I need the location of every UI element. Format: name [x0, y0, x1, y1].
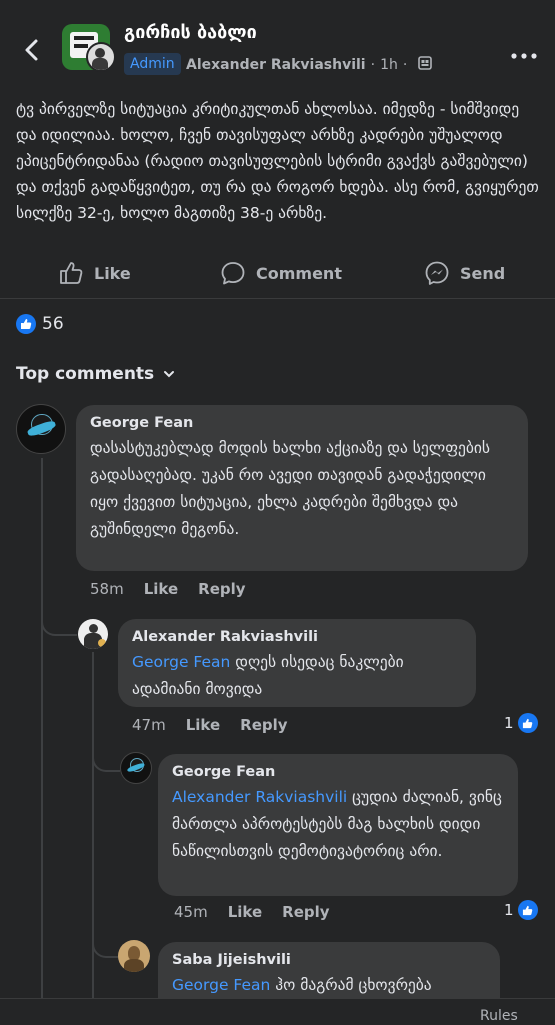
comment-reply-button[interactable]: Reply: [282, 903, 329, 921]
post-text: ტვ პირველზე სიტუაცია კრიტიკულთან ახლოსაა…: [16, 100, 539, 222]
post-author-line: Alexander Rakviashvili · 1h ·: [186, 55, 433, 73]
comment-label: Comment: [256, 263, 342, 283]
comment-like-button[interactable]: Like: [144, 580, 178, 598]
more-options-button[interactable]: [510, 46, 538, 59]
like-label: Like: [94, 263, 131, 283]
reaction-summary[interactable]: 56: [16, 314, 64, 334]
send-button[interactable]: Send: [424, 252, 505, 294]
author-avatar[interactable]: [86, 42, 116, 72]
messenger-icon: [425, 261, 449, 285]
comment-author[interactable]: Alexander Rakviashvili: [132, 629, 462, 645]
post-time[interactable]: 1h: [380, 57, 398, 73]
comment-reply-button[interactable]: Reply: [198, 580, 245, 598]
comment-author[interactable]: George Fean: [90, 415, 514, 431]
comment-time[interactable]: 47m: [132, 716, 166, 734]
thumbs-up-icon: [60, 262, 83, 284]
comment-reaction-count: 1: [504, 901, 514, 919]
comment-like-button[interactable]: Like: [228, 903, 262, 921]
comment-text: დასასტუკებლად მოდის ხალხი აქციაზე და სელ…: [90, 439, 491, 538]
group-privacy-icon: [418, 56, 432, 70]
comment-mention[interactable]: Alexander Rakviashvili: [172, 788, 347, 806]
back-button[interactable]: [18, 36, 46, 64]
comment-time[interactable]: 58m: [90, 580, 124, 598]
comment-reaction-count: 1: [504, 714, 514, 732]
commenter-avatar[interactable]: [16, 404, 66, 454]
divider: [0, 298, 555, 299]
back-arrow-icon: [25, 39, 38, 61]
separator-dot: ·: [370, 57, 376, 73]
commenter-avatar[interactable]: [120, 752, 152, 784]
more-dots-icon: [511, 53, 537, 59]
comment-text: George Fean ჰო მაგრამ ცხოვრება: [172, 972, 486, 999]
post-actions-bar: Like Comment Send: [0, 252, 555, 294]
thread-connector-reply-2: [92, 900, 120, 958]
like-reaction-icon: [517, 900, 538, 920]
comment-time[interactable]: 45m: [174, 903, 208, 921]
post-author[interactable]: Alexander Rakviashvili: [186, 57, 366, 73]
comment-bubble: George Fean Alexander Rakviashvili ცუდია…: [158, 754, 518, 896]
comment-bubble: Alexander Rakviashvili George Fean დღეს …: [118, 619, 476, 707]
bottom-bar: [0, 998, 555, 1025]
comment-meta: 45m Like Reply: [174, 903, 330, 921]
group-name[interactable]: გირჩის ბაბლი: [124, 22, 257, 43]
comment-mention[interactable]: George Fean: [132, 653, 230, 671]
like-reaction-icon: [517, 713, 538, 733]
comment-sort-label: Top comments: [16, 364, 155, 384]
commenter-avatar[interactable]: [118, 940, 150, 972]
send-label: Send: [460, 263, 506, 283]
comment-like-button[interactable]: Like: [186, 716, 220, 734]
rules-link[interactable]: Rules: [480, 1008, 518, 1024]
thread-connector: [41, 588, 77, 636]
comment-sort-dropdown[interactable]: Top comments: [16, 364, 176, 384]
thread-connector-reply: [92, 718, 120, 772]
commenter-avatar[interactable]: [78, 619, 108, 649]
comment-author[interactable]: George Fean: [172, 764, 504, 780]
comment-text: George Fean დღეს ისედაც ნაკლები ადამიანი…: [132, 649, 462, 703]
chevron-down-icon: [164, 371, 175, 378]
like-reaction-icon: [16, 314, 36, 334]
comment-bubble-icon: [221, 262, 245, 285]
comment-reactions[interactable]: 1: [504, 900, 538, 920]
comment-body: ჰო მაგრამ ცხოვრება: [270, 976, 432, 994]
thread-line: [41, 458, 43, 998]
comment-text: Alexander Rakviashvili ცუდია ძალიან, ვინ…: [172, 784, 504, 865]
comment-mention[interactable]: George Fean: [172, 976, 270, 994]
reaction-count: 56: [42, 314, 64, 334]
comment-reactions[interactable]: 1: [504, 713, 538, 733]
separator-dot-2: ·: [402, 57, 408, 73]
comment-bubble: George Fean დასასტუკებლად მოდის ხალხი აქ…: [76, 405, 528, 571]
comment-author[interactable]: Saba Jijeishvili: [172, 952, 486, 968]
comment-meta: 47m Like Reply: [132, 716, 288, 734]
comment-reply-button[interactable]: Reply: [240, 716, 287, 734]
comment-button[interactable]: Comment: [220, 252, 342, 294]
admin-badge: Admin: [124, 53, 181, 75]
like-button[interactable]: Like: [58, 252, 131, 294]
comment-meta: 58m Like Reply: [90, 580, 246, 598]
